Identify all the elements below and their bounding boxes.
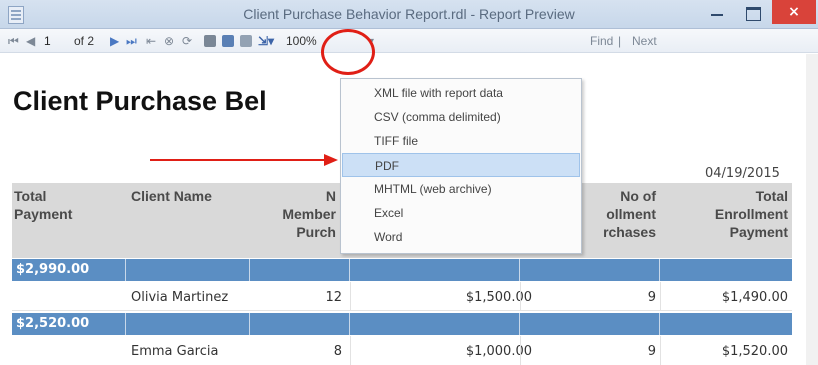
row-divider bbox=[12, 310, 792, 311]
maximize-button[interactable] bbox=[738, 2, 768, 24]
cell-divider bbox=[660, 336, 661, 365]
member-purchases-cell: 12 bbox=[325, 290, 342, 305]
cell-divider bbox=[660, 282, 661, 310]
back-icon[interactable]: ⇤ bbox=[146, 33, 156, 49]
column-header-total-payment: Total Payment bbox=[14, 188, 73, 222]
column-header-member-purchases: N Member Purch bbox=[282, 188, 336, 240]
cell-divider bbox=[520, 336, 521, 365]
close-button[interactable]: × bbox=[772, 0, 816, 24]
title-bar: Client Purchase Behavior Report.rdl - Re… bbox=[0, 0, 818, 29]
menu-item-excel[interactable]: Excel bbox=[342, 201, 580, 225]
window-title: Client Purchase Behavior Report.rdl - Re… bbox=[243, 6, 575, 22]
group-total: $2,520.00 bbox=[16, 316, 90, 331]
menu-item-xml[interactable]: XML file with report data bbox=[342, 81, 580, 105]
last-page-icon[interactable]: ⏭ bbox=[126, 33, 137, 49]
group-row: $2,990.00 bbox=[12, 259, 792, 281]
next-page-icon[interactable]: ▶ bbox=[110, 33, 119, 49]
menu-item-csv[interactable]: CSV (comma delimited) bbox=[342, 105, 580, 129]
stop-icon[interactable]: ⊗ bbox=[164, 33, 174, 49]
member-amount-cell: $1,500.00 bbox=[465, 290, 532, 305]
column-header-enrollment-payment: Total Enrollment Payment bbox=[714, 188, 788, 240]
print-icon[interactable] bbox=[204, 35, 216, 47]
minimize-button[interactable] bbox=[702, 2, 732, 24]
client-name-cell: Olivia Martinez bbox=[131, 290, 229, 305]
column-header-client-name: Client Name bbox=[131, 188, 212, 204]
page-setup-icon[interactable] bbox=[240, 35, 252, 47]
page-count-label: of 2 bbox=[74, 34, 95, 48]
group-total: $2,990.00 bbox=[16, 262, 90, 277]
report-toolbar: ⏮ ◀ 1 of 2 ▶ ⏭ ⇤ ⊗ ⟳ ⇲▾ 100% ▾ Find | Ne… bbox=[0, 29, 818, 53]
find-link[interactable]: Find bbox=[590, 33, 613, 49]
first-page-icon[interactable]: ⏮ bbox=[8, 33, 19, 49]
export-menu: XML file with report data CSV (comma del… bbox=[340, 78, 582, 254]
export-icon[interactable]: ⇲▾ bbox=[258, 33, 274, 49]
zoom-select[interactable]: 100% bbox=[286, 33, 317, 49]
member-amount-cell: $1,000.00 bbox=[465, 344, 532, 359]
enrollment-purchases-cell: 9 bbox=[647, 290, 656, 305]
previous-page-icon[interactable]: ◀ bbox=[26, 33, 35, 49]
cell-divider bbox=[520, 282, 521, 310]
enrollment-payment-cell: $1,490.00 bbox=[721, 290, 788, 305]
annotation-circle-icon bbox=[321, 29, 375, 75]
menu-item-pdf[interactable]: PDF bbox=[342, 153, 580, 177]
cell-divider bbox=[350, 282, 351, 310]
next-link[interactable]: Next bbox=[632, 33, 657, 49]
group-row: $2,520.00 bbox=[12, 313, 792, 335]
enrollment-payment-cell: $1,520.00 bbox=[721, 344, 788, 359]
annotation-arrow-icon bbox=[150, 154, 338, 166]
menu-item-word[interactable]: Word bbox=[342, 225, 580, 249]
print-layout-icon[interactable] bbox=[222, 35, 234, 47]
menu-item-mhtml[interactable]: MHTML (web archive) bbox=[342, 177, 580, 201]
separator-text: | bbox=[618, 34, 622, 48]
client-name-cell: Emma Garcia bbox=[131, 344, 219, 359]
current-page-input[interactable]: 1 bbox=[44, 33, 51, 49]
report-title: Client Purchase Bel bbox=[13, 86, 267, 116]
vertical-scrollbar[interactable] bbox=[806, 54, 818, 365]
refresh-icon[interactable]: ⟳ bbox=[182, 33, 192, 49]
enrollment-purchases-cell: 9 bbox=[647, 344, 656, 359]
member-purchases-cell: 8 bbox=[333, 344, 342, 359]
report-date: 04/19/2015 bbox=[705, 166, 780, 181]
cell-divider bbox=[350, 336, 351, 365]
menu-item-tiff[interactable]: TIFF file bbox=[342, 129, 580, 153]
